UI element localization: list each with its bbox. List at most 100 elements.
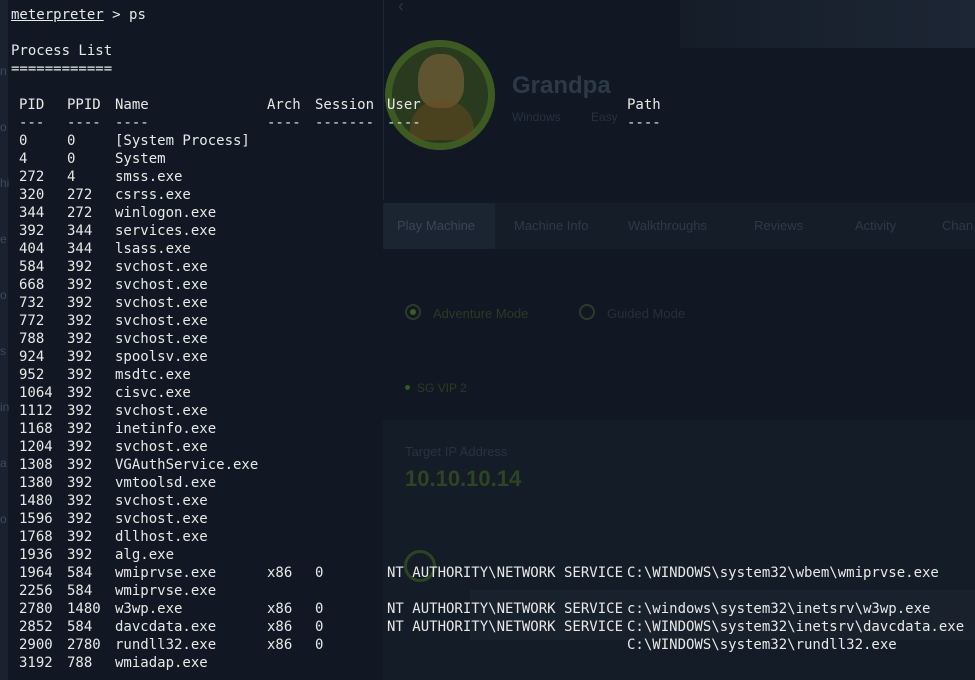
process-pid: 1308 xyxy=(19,457,53,473)
process-ppid: 392 xyxy=(67,529,93,545)
column-headers: PID PPID Name Arch Session User Path xyxy=(0,96,975,114)
process-pid: 1064 xyxy=(19,385,53,401)
process-pid: 1936 xyxy=(19,547,53,563)
column-rules: --- ---- ---- ---- ------- ---- ---- xyxy=(0,114,975,132)
process-session: 0 xyxy=(315,565,324,581)
process-row: 2256 584 wmiprvse.exe xyxy=(0,582,975,600)
process-pid: 0 xyxy=(19,133,28,149)
process-ppid: 392 xyxy=(67,439,93,455)
process-name: spoolsv.exe xyxy=(115,349,208,365)
process-name: cisvc.exe xyxy=(115,385,191,401)
process-user: NT AUTHORITY\NETWORK SERVICE xyxy=(387,619,624,635)
process-arch: x86 xyxy=(267,637,293,653)
process-row: 0 0 [System Process] xyxy=(0,132,975,150)
process-name: svchost.exe xyxy=(115,277,208,293)
process-ppid: 392 xyxy=(67,295,93,311)
process-name: lsass.exe xyxy=(115,241,191,257)
process-arch: x86 xyxy=(267,619,293,635)
process-ppid: 584 xyxy=(67,565,93,581)
process-name: wmiprvse.exe xyxy=(115,583,217,599)
process-name: [System Process] xyxy=(115,133,250,149)
process-ppid: 4 xyxy=(67,169,76,185)
column-rule: ---- xyxy=(67,115,101,131)
process-name: dllhost.exe xyxy=(115,529,208,545)
terminal-window[interactable]: meterpreter > ps Process List ==========… xyxy=(0,0,975,680)
process-name: msdtc.exe xyxy=(115,367,191,383)
column-rule: --- xyxy=(19,115,45,131)
process-name: svchost.exe xyxy=(115,331,208,347)
process-ppid: 392 xyxy=(67,313,93,329)
process-ppid: 392 xyxy=(67,511,93,527)
column-header-path: Path xyxy=(627,97,661,113)
process-pid: 2780 xyxy=(19,601,53,617)
column-header-arch: Arch xyxy=(267,97,301,113)
process-name: w3wp.exe xyxy=(115,601,183,617)
process-row: 404 344 lsass.exe xyxy=(0,240,975,258)
process-pid: 2852 xyxy=(19,619,53,635)
process-name: VGAuthService.exe xyxy=(115,457,259,473)
process-name: wmiprvse.exe xyxy=(115,565,217,581)
process-name: svchost.exe xyxy=(115,295,208,311)
process-ppid: 392 xyxy=(67,385,93,401)
process-pid: 344 xyxy=(19,205,45,221)
process-pid: 1768 xyxy=(19,529,53,545)
process-path: c:\windows\system32\inetsrv\w3wp.exe xyxy=(627,601,931,617)
process-ppid: 584 xyxy=(67,619,93,635)
process-pid: 320 xyxy=(19,187,45,203)
process-row: 772 392 svchost.exe xyxy=(0,312,975,330)
process-row: 2780 1480 w3wp.exe x86 0 NT AUTHORITY\NETWORK… xyxy=(0,600,975,618)
column-rule: ---- xyxy=(267,115,301,131)
process-row: 4 0 System xyxy=(0,150,975,168)
process-row: 924 392 spoolsv.exe xyxy=(0,348,975,366)
process-pid: 1596 xyxy=(19,511,53,527)
column-rule: ---- xyxy=(387,115,421,131)
process-arch: x86 xyxy=(267,565,293,581)
process-ppid: 1480 xyxy=(67,601,101,617)
process-row: 392 344 services.exe xyxy=(0,222,975,240)
heading-rule: ============ xyxy=(11,61,113,77)
process-row: 1596 392 svchost.exe xyxy=(0,510,975,528)
process-pid: 404 xyxy=(19,241,45,257)
process-arch: x86 xyxy=(267,601,293,617)
process-pid: 272 xyxy=(19,169,45,185)
process-row: 1768 392 dllhost.exe xyxy=(0,528,975,546)
process-name: alg.exe xyxy=(115,547,175,563)
process-ppid: 0 xyxy=(67,151,76,167)
column-header-ppid: PPID xyxy=(67,97,101,113)
process-pid: 668 xyxy=(19,277,45,293)
process-row: 272 4 smss.exe xyxy=(0,168,975,186)
process-pid: 1112 xyxy=(19,403,53,419)
process-ppid: 272 xyxy=(67,187,93,203)
process-pid: 392 xyxy=(19,223,45,239)
process-name: wmiadap.exe xyxy=(115,655,208,671)
process-row: 788 392 svchost.exe xyxy=(0,330,975,348)
process-row: 1480 392 svchost.exe xyxy=(0,492,975,510)
process-ppid: 392 xyxy=(67,493,93,509)
process-pid: 2900 xyxy=(19,637,53,653)
process-ppid: 392 xyxy=(67,475,93,491)
process-pid: 2256 xyxy=(19,583,53,599)
process-row: 1308 392 VGAuthService.exe xyxy=(0,456,975,474)
process-ppid: 392 xyxy=(67,457,93,473)
process-ppid: 392 xyxy=(67,331,93,347)
column-header-session: Session xyxy=(315,97,375,113)
process-row: 320 272 csrss.exe xyxy=(0,186,975,204)
process-ppid: 392 xyxy=(67,547,93,563)
process-row: 584 392 svchost.exe xyxy=(0,258,975,276)
column-rule: ------- xyxy=(315,115,375,131)
process-row: 1168 392 inetinfo.exe xyxy=(0,420,975,438)
process-pid: 952 xyxy=(19,367,45,383)
process-ppid: 344 xyxy=(67,223,93,239)
process-pid: 584 xyxy=(19,259,45,275)
process-row: 668 392 svchost.exe xyxy=(0,276,975,294)
process-row: 1204 392 svchost.exe xyxy=(0,438,975,456)
prompt-symbol: > xyxy=(103,7,130,23)
process-row: 1112 392 svchost.exe xyxy=(0,402,975,420)
process-ppid: 272 xyxy=(67,205,93,221)
process-ppid: 392 xyxy=(67,403,93,419)
process-session: 0 xyxy=(315,619,324,635)
process-name: svchost.exe xyxy=(115,511,208,527)
process-name: csrss.exe xyxy=(115,187,191,203)
process-ppid: 584 xyxy=(67,583,93,599)
process-name: svchost.exe xyxy=(115,493,208,509)
